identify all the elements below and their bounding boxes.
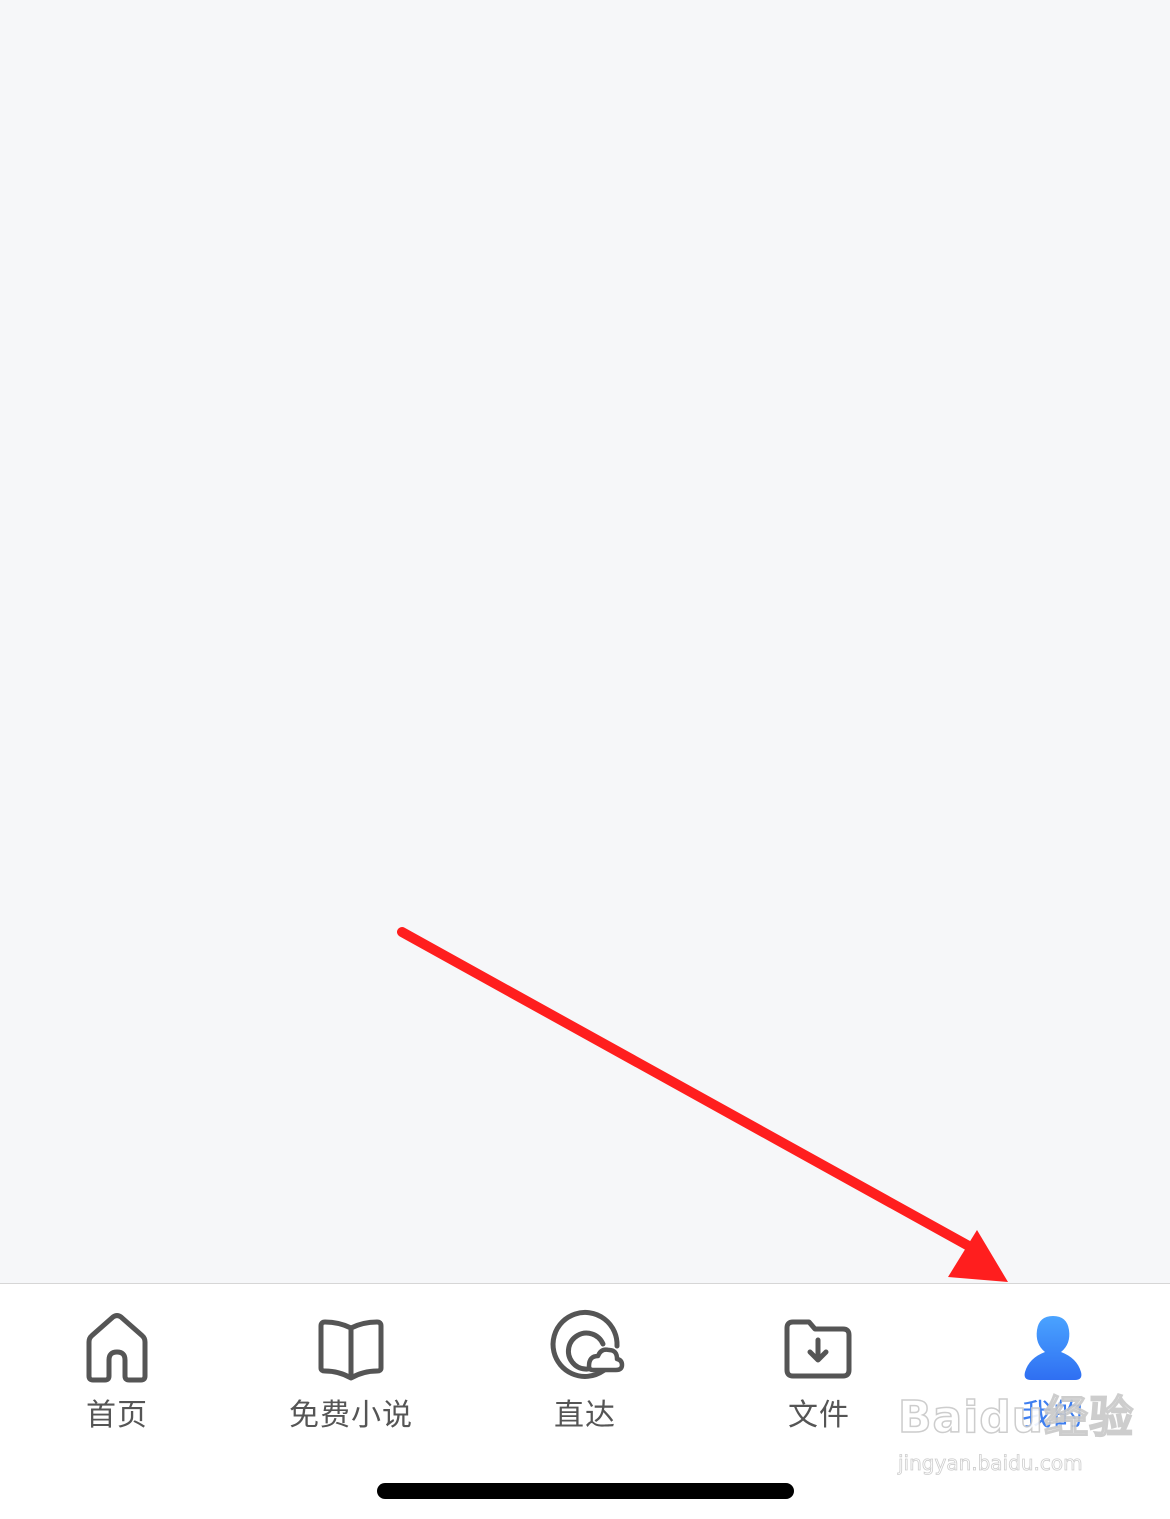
- tab-files[interactable]: 文件: [702, 1308, 936, 1438]
- tab-direct-access[interactable]: 直达: [468, 1308, 702, 1438]
- content-area: [0, 0, 1170, 1283]
- tab-files-label: 文件: [788, 1398, 850, 1433]
- folder-download-icon: [779, 1308, 859, 1388]
- tab-mine[interactable]: 我的: [936, 1308, 1170, 1438]
- direct-access-icon: [545, 1308, 625, 1388]
- tab-home[interactable]: 首页: [0, 1308, 234, 1438]
- tab-direct-access-label: 直达: [554, 1398, 616, 1433]
- tab-home-label: 首页: [86, 1398, 148, 1433]
- open-book-icon: [311, 1308, 391, 1388]
- home-indicator: [377, 1483, 794, 1499]
- tab-mine-label: 我的: [1022, 1398, 1084, 1433]
- tab-free-novels-label: 免费小说: [289, 1398, 413, 1433]
- user-profile-icon: [1013, 1308, 1093, 1388]
- home-icon: [77, 1308, 157, 1388]
- tab-free-novels[interactable]: 免费小说: [234, 1308, 468, 1438]
